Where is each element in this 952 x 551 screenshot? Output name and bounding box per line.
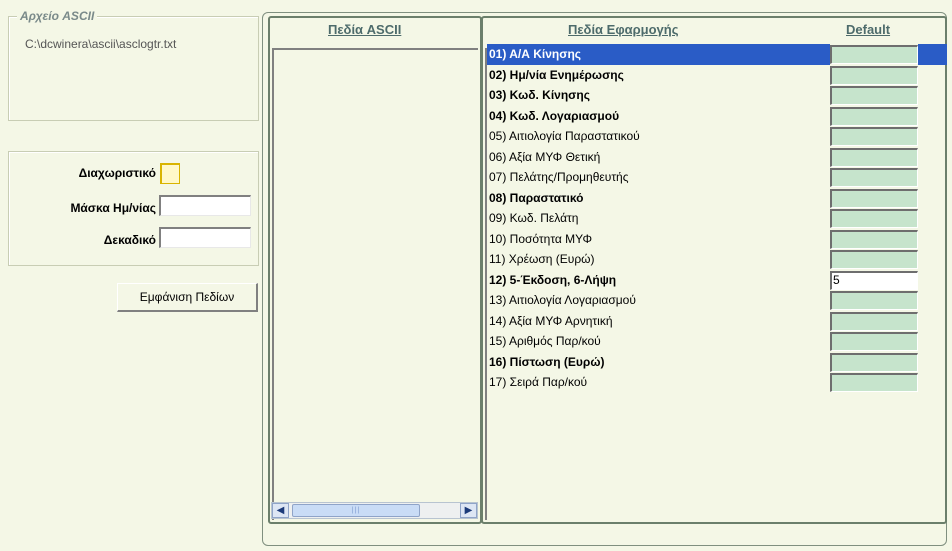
app-field-row[interactable]: 07) Πελάτης/Προμηθευτής xyxy=(487,167,947,188)
default-value-cell[interactable] xyxy=(830,45,918,64)
app-field-row[interactable]: 05) Αιτιολογία Παραστατικού xyxy=(487,126,947,147)
app-field-label: 14) Αξία ΜΥΦ Αρνητική xyxy=(489,313,613,328)
app-field-label: 09) Κωδ. Πελάτη xyxy=(489,211,579,225)
app-field-row[interactable]: 12) 5-Έκδοση, 6-Λήψη 5 xyxy=(487,270,947,291)
app-field-label: 10) Ποσότητα ΜΥΦ xyxy=(489,231,593,246)
default-value-cell[interactable] xyxy=(830,373,918,392)
date-mask-input[interactable] xyxy=(159,195,251,216)
default-value-cell[interactable] xyxy=(830,147,918,167)
default-column-header: Default xyxy=(846,22,891,37)
app-field-row[interactable]: 16) Πίστωση (Ευρώ) xyxy=(487,352,947,373)
default-value-cell[interactable] xyxy=(830,291,918,310)
ascii-file-path: C:\dcwinera\ascii\asclogtr.txt xyxy=(25,37,177,51)
app-field-row[interactable]: 06) Αξία ΜΥΦ Θετική xyxy=(487,147,947,168)
app-field-row[interactable]: 08) Παραστατικό xyxy=(487,188,947,209)
app-field-label: 07) Πελάτης/Προμηθευτής xyxy=(489,170,629,184)
scroll-right-icon[interactable]: ▶ xyxy=(460,503,477,518)
app-field-row[interactable]: 10) Ποσότητα ΜΥΦ xyxy=(487,229,947,250)
app-field-row[interactable]: 11) Χρέωση (Ευρώ) xyxy=(487,249,947,270)
separator-label: Διαχωριστικό xyxy=(78,166,156,180)
app-field-label: 01) Α/Α Κίνησης xyxy=(489,47,582,61)
default-value-cell[interactable] xyxy=(830,86,918,105)
app-field-label: 16) Πίστωση (Ευρώ) xyxy=(489,354,605,369)
app-field-label: 17) Σειρά Παρ/κού xyxy=(489,375,588,389)
app-field-row[interactable]: 03) Κωδ. Κίνησης xyxy=(487,85,947,106)
ascii-file-group: Αρχείο ASCII C:\dcwinera\ascii\asclogtr.… xyxy=(8,9,259,121)
default-value-cell[interactable] xyxy=(830,209,918,228)
app-field-row[interactable]: 13) Αιτιολογία Λογαριασμού xyxy=(487,290,947,311)
default-value-cell[interactable] xyxy=(830,168,918,187)
scroll-left-icon[interactable]: ◀ xyxy=(272,503,289,518)
default-value-cell[interactable] xyxy=(830,311,918,331)
app-field-row[interactable]: 04) Κωδ. Λογαριασμού xyxy=(487,106,947,127)
app-field-label: 13) Αιτιολογία Λογαριασμού xyxy=(489,293,636,307)
default-value-cell[interactable] xyxy=(830,332,918,351)
date-mask-label: Μάσκα Ημ/νίας xyxy=(70,201,156,215)
app-field-row[interactable]: 02) Ημ/νία Ενημέρωσης xyxy=(487,65,947,86)
default-value-cell[interactable] xyxy=(830,352,918,372)
app-field-label: 08) Παραστατικό xyxy=(489,190,584,205)
app-field-row[interactable]: 09) Κωδ. Πελάτη xyxy=(487,208,947,229)
ascii-fields-panel xyxy=(268,16,482,524)
decimal-label: Δεκαδικό xyxy=(103,233,156,247)
decimal-input[interactable] xyxy=(159,227,251,248)
app-fields-header: Πεδία Εφαρμογής xyxy=(568,22,679,37)
default-value-cell[interactable] xyxy=(830,250,918,269)
app-field-row[interactable]: 14) Αξία ΜΥΦ Αρνητική xyxy=(487,311,947,332)
app-field-label: 03) Κωδ. Κίνησης xyxy=(489,88,590,102)
scroll-thumb[interactable]: ||| xyxy=(292,504,420,517)
app-field-label: 04) Κωδ. Λογαριασμού xyxy=(489,108,620,123)
app-field-row[interactable]: 01) Α/Α Κίνησης xyxy=(487,44,947,65)
app-field-label: 11) Χρέωση (Ευρώ) xyxy=(489,252,595,266)
app-field-label: 02) Ημ/νία Ενημέρωσης xyxy=(489,67,624,82)
default-value-cell[interactable] xyxy=(830,106,918,126)
ascii-fields-header: Πεδία ASCII xyxy=(328,22,402,37)
ascii-fields-hscrollbar[interactable]: ◀ ||| ▶ xyxy=(271,502,478,519)
app-field-label: 06) Αξία ΜΥΦ Θετική xyxy=(489,149,601,164)
show-fields-button[interactable]: Εμφάνιση Πεδίων xyxy=(117,283,258,312)
app-field-row[interactable]: 17) Σειρά Παρ/κού xyxy=(487,372,947,393)
app-field-label: 15) Αριθμός Παρ/κού xyxy=(489,334,601,348)
app-fields-rows: 01) Α/Α Κίνησης 02) Ημ/νία Ενημέρωσης 03) … xyxy=(487,44,947,393)
default-value-cell[interactable] xyxy=(830,127,918,146)
app-field-label: 12) 5-Έκδοση, 6-Λήψη xyxy=(489,272,617,287)
default-value-cell[interactable] xyxy=(830,65,918,85)
app-field-row[interactable]: 15) Αριθμός Παρ/κού xyxy=(487,331,947,352)
ascii-fields-list[interactable] xyxy=(272,48,478,520)
default-value-cell[interactable]: 5 xyxy=(830,270,918,290)
separator-input[interactable] xyxy=(160,163,180,184)
ascii-file-group-title: Αρχείο ASCII xyxy=(17,9,98,23)
default-value-cell[interactable] xyxy=(830,188,918,208)
default-value-cell[interactable] xyxy=(830,229,918,249)
app-field-label: 05) Αιτιολογία Παραστατικού xyxy=(489,129,640,143)
